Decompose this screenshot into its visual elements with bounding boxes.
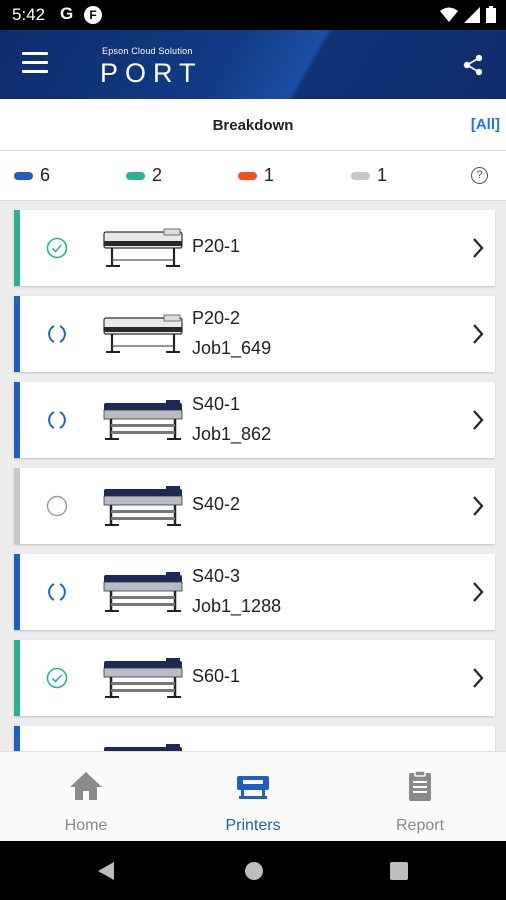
chevron-right-icon bbox=[473, 324, 484, 344]
count-offline[interactable]: 1 bbox=[351, 165, 387, 186]
status-color-bar bbox=[14, 640, 20, 716]
printer-image bbox=[103, 486, 183, 526]
cell-signal-icon bbox=[464, 6, 480, 23]
status-color-bar bbox=[14, 468, 20, 544]
count-value: 1 bbox=[377, 165, 388, 185]
nav-home-label: Home bbox=[64, 817, 108, 834]
battery-icon bbox=[486, 6, 496, 23]
printer-image bbox=[104, 744, 182, 751]
printer-image bbox=[103, 228, 183, 267]
status-icons bbox=[440, 6, 496, 23]
printer-image bbox=[103, 314, 183, 353]
status-color-bar bbox=[14, 210, 20, 286]
app-notification-icon: F bbox=[84, 6, 102, 24]
printer-card[interactable]: P20-2 Job1_649 bbox=[14, 296, 495, 372]
brand-logo: PORT bbox=[100, 58, 203, 88]
back-icon[interactable] bbox=[96, 861, 116, 881]
status-color-bar bbox=[14, 554, 20, 630]
printer-card[interactable]: S60-2 bbox=[14, 726, 495, 751]
count-printing[interactable]: 6 bbox=[14, 165, 50, 186]
home-button-icon[interactable] bbox=[244, 861, 264, 881]
error-legend-pill bbox=[238, 171, 257, 180]
menu-icon[interactable] bbox=[22, 52, 48, 74]
nav-printers[interactable]: Printers bbox=[193, 770, 313, 835]
printer-name: S60-1 bbox=[192, 666, 241, 686]
printer-image bbox=[103, 572, 183, 612]
breakdown-title: Breakdown bbox=[212, 117, 294, 134]
status-color-bar bbox=[14, 382, 20, 458]
offline-legend-pill bbox=[351, 171, 370, 180]
nav-report-label: Report bbox=[395, 817, 445, 834]
printing-legend-pill bbox=[14, 171, 33, 180]
printer-card[interactable]: S40-2 bbox=[14, 468, 495, 544]
help-icon[interactable]: ? bbox=[471, 167, 488, 184]
recents-icon[interactable] bbox=[390, 862, 408, 880]
status-time: 5:42 bbox=[12, 5, 46, 24]
printing-status-icon bbox=[48, 411, 66, 429]
count-ok[interactable]: 2 bbox=[126, 165, 162, 186]
printer-name: P20-1 bbox=[192, 236, 241, 256]
status-counts: 6 2 1 1 ? bbox=[0, 151, 506, 201]
google-icon: G bbox=[60, 4, 74, 23]
system-navigation-bar bbox=[0, 841, 506, 900]
all-filter-link[interactable]: [All] bbox=[471, 116, 500, 133]
printer-name: S40-2 bbox=[192, 494, 241, 514]
printer-image bbox=[103, 400, 183, 440]
share-icon[interactable] bbox=[462, 54, 484, 76]
count-value: 6 bbox=[40, 165, 51, 185]
printer-image bbox=[103, 658, 183, 698]
nav-home[interactable]: Home bbox=[26, 770, 146, 835]
printer-icon bbox=[237, 776, 269, 799]
printer-card[interactable]: S40-3 Job1_1288 bbox=[14, 554, 495, 630]
printer-card[interactable]: P20-1 bbox=[14, 210, 495, 286]
nav-report[interactable]: Report bbox=[360, 770, 480, 835]
printer-card[interactable]: S60-1 bbox=[14, 640, 495, 716]
home-icon bbox=[70, 772, 102, 800]
status-color-bar bbox=[14, 296, 20, 372]
check-circle-icon bbox=[46, 237, 68, 259]
breakdown-header: Breakdown [All] bbox=[0, 99, 506, 151]
status-bar: 5:42 G F bbox=[0, 0, 506, 30]
printing-status-icon bbox=[48, 583, 66, 601]
brand-subtitle: Epson Cloud Solution bbox=[102, 46, 193, 56]
chevron-right-icon bbox=[473, 410, 484, 430]
chevron-right-icon bbox=[473, 668, 484, 688]
chevron-right-icon bbox=[473, 238, 484, 258]
printer-name: P20-2 bbox=[192, 308, 241, 328]
chevron-right-icon bbox=[473, 582, 484, 602]
printer-name: S40-1 bbox=[192, 394, 241, 414]
clipboard-icon bbox=[409, 770, 431, 801]
printer-job: Job1_862 bbox=[192, 424, 272, 444]
bottom-navigation: Home Printers Report bbox=[0, 751, 506, 841]
printer-name: S40-3 bbox=[192, 566, 241, 586]
check-circle-icon bbox=[46, 667, 68, 689]
chevron-right-icon bbox=[473, 496, 484, 516]
printer-job: Job1_649 bbox=[192, 338, 272, 358]
wifi-icon bbox=[440, 7, 458, 22]
printer-card[interactable]: S40-1 Job1_862 bbox=[14, 382, 495, 458]
app-header: Epson Cloud Solution PORT bbox=[0, 30, 506, 99]
status-color-bar bbox=[14, 726, 20, 751]
idle-circle-icon bbox=[46, 495, 68, 517]
nav-printers-label: Printers bbox=[225, 817, 281, 834]
printing-status-icon bbox=[48, 325, 66, 343]
printer-job: Job1_1288 bbox=[192, 596, 282, 616]
printer-list: P20-1 P20-2 Job1_649 S40-1 Job1_862 S40-2 S40-… bbox=[0, 201, 506, 751]
count-error[interactable]: 1 bbox=[238, 165, 274, 186]
ok-legend-pill bbox=[126, 171, 145, 180]
count-value: 2 bbox=[152, 165, 163, 185]
count-value: 1 bbox=[264, 165, 275, 185]
